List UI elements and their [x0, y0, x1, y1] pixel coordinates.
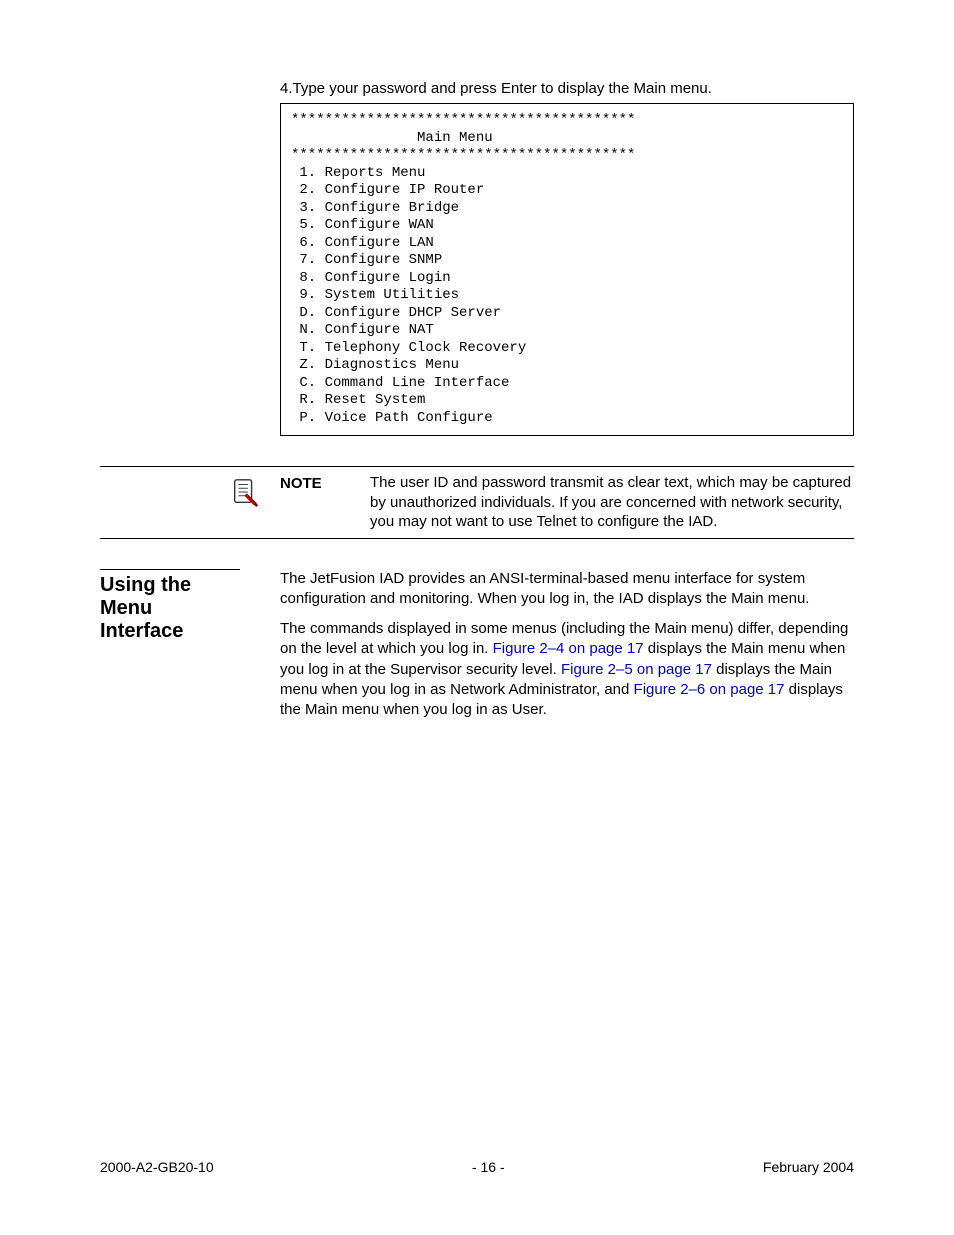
note-block: NOTE The user ID and password transmit a…: [100, 466, 854, 539]
footer-doc-id: 2000-A2-GB20-10: [100, 1159, 214, 1175]
page-footer: 2000-A2-GB20-10 - 16 - February 2004: [100, 1159, 854, 1175]
menu-item: 9. System Utilities: [291, 287, 459, 303]
menu-item: 8. Configure Login: [291, 270, 451, 286]
menu-item: 2. Configure IP Router: [291, 182, 484, 198]
section-paragraph: The JetFusion IAD provides an ANSI-termi…: [280, 569, 854, 610]
menu-item: Z. Diagnostics Menu: [291, 357, 459, 373]
note-text: The user ID and password transmit as cle…: [370, 473, 854, 532]
footer-page-number: - 16 -: [472, 1159, 505, 1175]
menu-item: R. Reset System: [291, 392, 425, 408]
menu-item: 1. Reports Menu: [291, 165, 425, 181]
menu-item: 5. Configure WAN: [291, 217, 434, 233]
menu-item: C. Command Line Interface: [291, 375, 509, 391]
menu-title: Main Menu: [291, 130, 493, 146]
page: 4.Type your password and press Enter to …: [0, 0, 954, 1235]
note-icon-cell: [100, 473, 280, 511]
section-paragraph: The commands displayed in some menus (in…: [280, 619, 854, 720]
main-menu-box: ****************************************…: [280, 103, 854, 436]
content-column: 4.Type your password and press Enter to …: [280, 80, 854, 730]
note-content: NOTE The user ID and password transmit a…: [280, 473, 854, 532]
cross-reference-link[interactable]: Figure 2–4 on page 17: [493, 640, 644, 657]
section-body: The JetFusion IAD provides an ANSI-termi…: [280, 569, 854, 731]
section-heading: Using the Menu Interface: [100, 569, 240, 643]
menu-item: P. Voice Path Configure: [291, 410, 493, 426]
step-text: 4.Type your password and press Enter to …: [280, 80, 854, 97]
cross-reference-link[interactable]: Figure 2–6 on page 17: [634, 681, 785, 698]
note-label: NOTE: [280, 473, 370, 492]
section-heading-cell: Using the Menu Interface: [100, 569, 280, 643]
menu-item: T. Telephony Clock Recovery: [291, 340, 526, 356]
menu-item: 6. Configure LAN: [291, 235, 434, 251]
menu-item: N. Configure NAT: [291, 322, 434, 338]
note-icon: [230, 477, 260, 511]
menu-item: 3. Configure Bridge: [291, 200, 459, 216]
menu-rule-bottom: ****************************************…: [291, 147, 635, 163]
cross-reference-link[interactable]: Figure 2–5 on page 17: [561, 661, 712, 678]
menu-item: D. Configure DHCP Server: [291, 305, 501, 321]
section-row: Using the Menu Interface The JetFusion I…: [100, 569, 854, 731]
footer-date: February 2004: [763, 1159, 854, 1175]
menu-rule-top: ****************************************…: [291, 112, 635, 128]
menu-item: 7. Configure SNMP: [291, 252, 442, 268]
